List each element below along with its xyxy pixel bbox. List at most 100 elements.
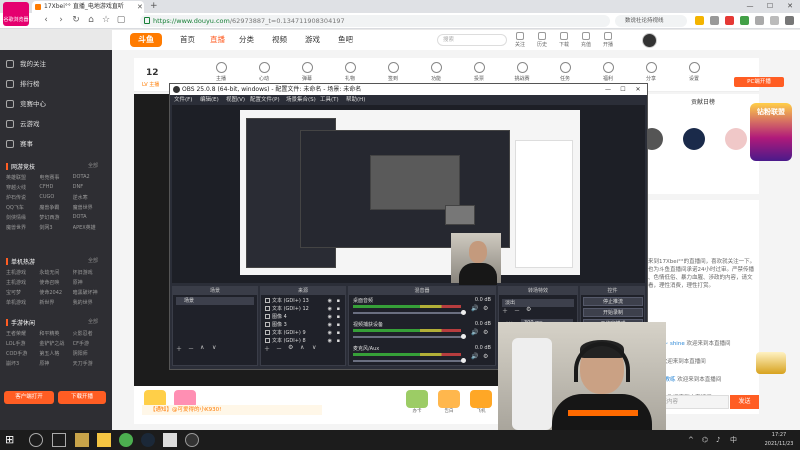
maximize-button[interactable]: ☐ — [760, 0, 780, 13]
source-item[interactable]: 图像 4 ◉ ▪ — [264, 313, 342, 321]
volume-icon[interactable]: ♪ — [716, 433, 730, 447]
header-follow-button[interactable]: 关注 — [510, 32, 530, 48]
obs-menu-item[interactable]: 帮助(H) — [346, 95, 365, 105]
sidebar-game-link[interactable]: 暗黑破坏神 — [73, 289, 106, 296]
sidebar-game-link[interactable]: 崩坏3 — [6, 360, 39, 367]
obs-preview[interactable] — [172, 105, 645, 283]
sidebar-game-link[interactable]: 第五人格 — [39, 350, 72, 357]
file-explorer-icon[interactable] — [97, 433, 111, 447]
move-up-icon[interactable]: ∧ — [200, 344, 204, 351]
remove-source-icon[interactable]: － — [276, 344, 282, 353]
header-download-button[interactable]: 下载 — [554, 32, 574, 48]
extension-icon[interactable] — [755, 16, 764, 25]
browser-search-input[interactable]: 数说社论持视线 — [615, 15, 687, 27]
volume-slider[interactable] — [353, 336, 463, 338]
new-tab-button[interactable]: + — [150, 0, 158, 13]
room-feature-button[interactable]: 礼物 — [333, 62, 367, 82]
sidebar-game-link[interactable]: 梦幻西游 — [39, 214, 72, 221]
header-history-button[interactable]: 历史 — [532, 32, 552, 48]
network-icon[interactable]: ⌬ — [702, 433, 716, 447]
section-more-link[interactable]: 全部 — [88, 162, 98, 169]
eye-icon[interactable]: ◉ — [328, 313, 332, 321]
transition-settings-icon[interactable]: ⚙ — [526, 306, 531, 313]
sidebar-game-link[interactable]: 宝可梦 — [6, 289, 39, 296]
volume-slider[interactable] — [353, 312, 463, 314]
extension-icon[interactable] — [710, 16, 719, 25]
scene-item[interactable]: 场景 — [176, 297, 254, 305]
sidebar-game-link[interactable]: 炉石传说 — [6, 194, 39, 201]
room-feature-button[interactable]: 弹幕 — [290, 62, 324, 82]
sidebar-game-link[interactable]: 使命2042 — [39, 289, 72, 296]
transition-select[interactable]: 淡出 — [502, 299, 574, 307]
gift-card-icon[interactable] — [406, 390, 428, 408]
nav-category[interactable]: 分类 — [239, 30, 254, 50]
eye-icon[interactable]: ◉ — [328, 305, 332, 313]
source-item[interactable]: 文本 (GDI+) 12 ◉ ▪ — [264, 305, 342, 313]
lock-icon[interactable]: ▪ — [337, 297, 340, 305]
download-app-button[interactable]: 下载开播 — [58, 391, 106, 404]
obs-control-button[interactable]: 开始录制 — [583, 308, 643, 317]
nav-fishbar[interactable]: 鱼吧 — [338, 30, 353, 50]
add-scene-icon[interactable]: ＋ — [176, 344, 182, 353]
mixer-settings-icon[interactable]: ⚙ — [483, 353, 488, 360]
obs-menu-item[interactable]: 视图(V) — [226, 95, 245, 105]
remove-transition-icon[interactable]: － — [514, 306, 520, 315]
search-icon[interactable] — [29, 433, 43, 447]
minimize-button[interactable]: — — [740, 0, 760, 13]
obs-control-button[interactable]: 停止推流 — [583, 297, 643, 306]
forward-icon[interactable]: › — [55, 13, 67, 27]
sidebar-game-link[interactable]: 原神 — [39, 360, 72, 367]
sidebar-item-competition[interactable]: 竞赛中心 — [6, 96, 46, 112]
extension-icon[interactable] — [725, 16, 734, 25]
windows-start-icon[interactable]: ⊞ — [5, 433, 19, 447]
add-transition-icon[interactable]: ＋ — [502, 306, 508, 315]
sidebar-game-link[interactable]: 剑侠情缘 — [6, 214, 39, 221]
tray-arrow-icon[interactable]: ^ — [688, 433, 702, 447]
section-more-link[interactable]: 全部 — [88, 257, 98, 264]
sidebar-game-link[interactable]: 和平精英 — [39, 330, 72, 337]
sidebar-game-link[interactable]: 主机游戏 — [6, 269, 39, 276]
sidebar-game-link[interactable]: 单机游戏 — [6, 299, 39, 306]
sidebar-game-link[interactable]: 原神 — [73, 279, 106, 286]
extension-icon[interactable] — [740, 16, 749, 25]
user-avatar[interactable] — [642, 33, 657, 48]
extension-icon[interactable] — [695, 16, 704, 25]
sidebar-game-link[interactable]: 阴阳师 — [73, 350, 106, 357]
obs-menu-item[interactable]: 编辑(E) — [200, 95, 219, 105]
eye-icon[interactable]: ◉ — [328, 337, 332, 345]
gift-plane-icon[interactable] — [470, 390, 492, 408]
nav-games[interactable]: 游戏 — [305, 30, 320, 50]
sidebar-game-link[interactable]: 怀旧游戏 — [73, 269, 106, 276]
obs-menu-item[interactable]: 文件(F) — [174, 95, 192, 105]
browser-tab[interactable]: 17Xbei°° 直播_电地游戏直听 — [32, 1, 144, 13]
obs-taskbar-icon[interactable] — [185, 433, 199, 447]
sidebar-game-link[interactable]: 我的世界 — [73, 299, 106, 306]
obs-maximize-button[interactable]: ☐ — [616, 84, 630, 95]
pc-live-badge[interactable]: PC端开播 — [734, 77, 784, 87]
remove-scene-icon[interactable]: － — [188, 344, 194, 353]
room-feature-button[interactable]: 挑战赛 — [505, 62, 539, 82]
tab-close-icon[interactable]: ✕ — [137, 1, 143, 13]
room-feature-button[interactable]: 签到 — [376, 62, 410, 82]
url-input[interactable]: https://www.douyu.com/62973887_t=0.13471… — [140, 15, 610, 27]
room-feature-button[interactable]: 心动 — [247, 62, 281, 82]
steam-icon[interactable] — [141, 433, 155, 447]
game-logo-icon[interactable] — [756, 352, 786, 374]
sidebar-game-link[interactable]: 魔兽世界 — [6, 224, 39, 231]
sidebar-game-link[interactable]: 永劫无间 — [39, 269, 72, 276]
sidebar-game-link[interactable]: 天刀手游 — [73, 360, 106, 367]
nav-video[interactable]: 视频 — [272, 30, 287, 50]
sidebar-game-link[interactable]: 火影忍者 — [73, 330, 106, 337]
room-feature-button[interactable]: 主播 — [204, 62, 238, 82]
sidebar-item-follow[interactable]: 我的关注 — [6, 56, 46, 72]
rank-avatar[interactable] — [725, 128, 747, 150]
speaker-icon[interactable]: 🔊 — [471, 305, 478, 312]
task-view-icon[interactable] — [52, 433, 66, 447]
lock-icon[interactable]: ▪ — [337, 305, 340, 313]
move-down-icon[interactable]: ∨ — [312, 344, 316, 351]
taskbar-clock[interactable]: 17:27 2021/11/23 — [760, 431, 798, 449]
volume-slider-knob[interactable] — [461, 334, 466, 339]
lock-icon[interactable]: ▪ — [337, 313, 340, 321]
eye-icon[interactable]: ◉ — [328, 321, 332, 329]
move-up-icon[interactable]: ∧ — [300, 344, 304, 351]
